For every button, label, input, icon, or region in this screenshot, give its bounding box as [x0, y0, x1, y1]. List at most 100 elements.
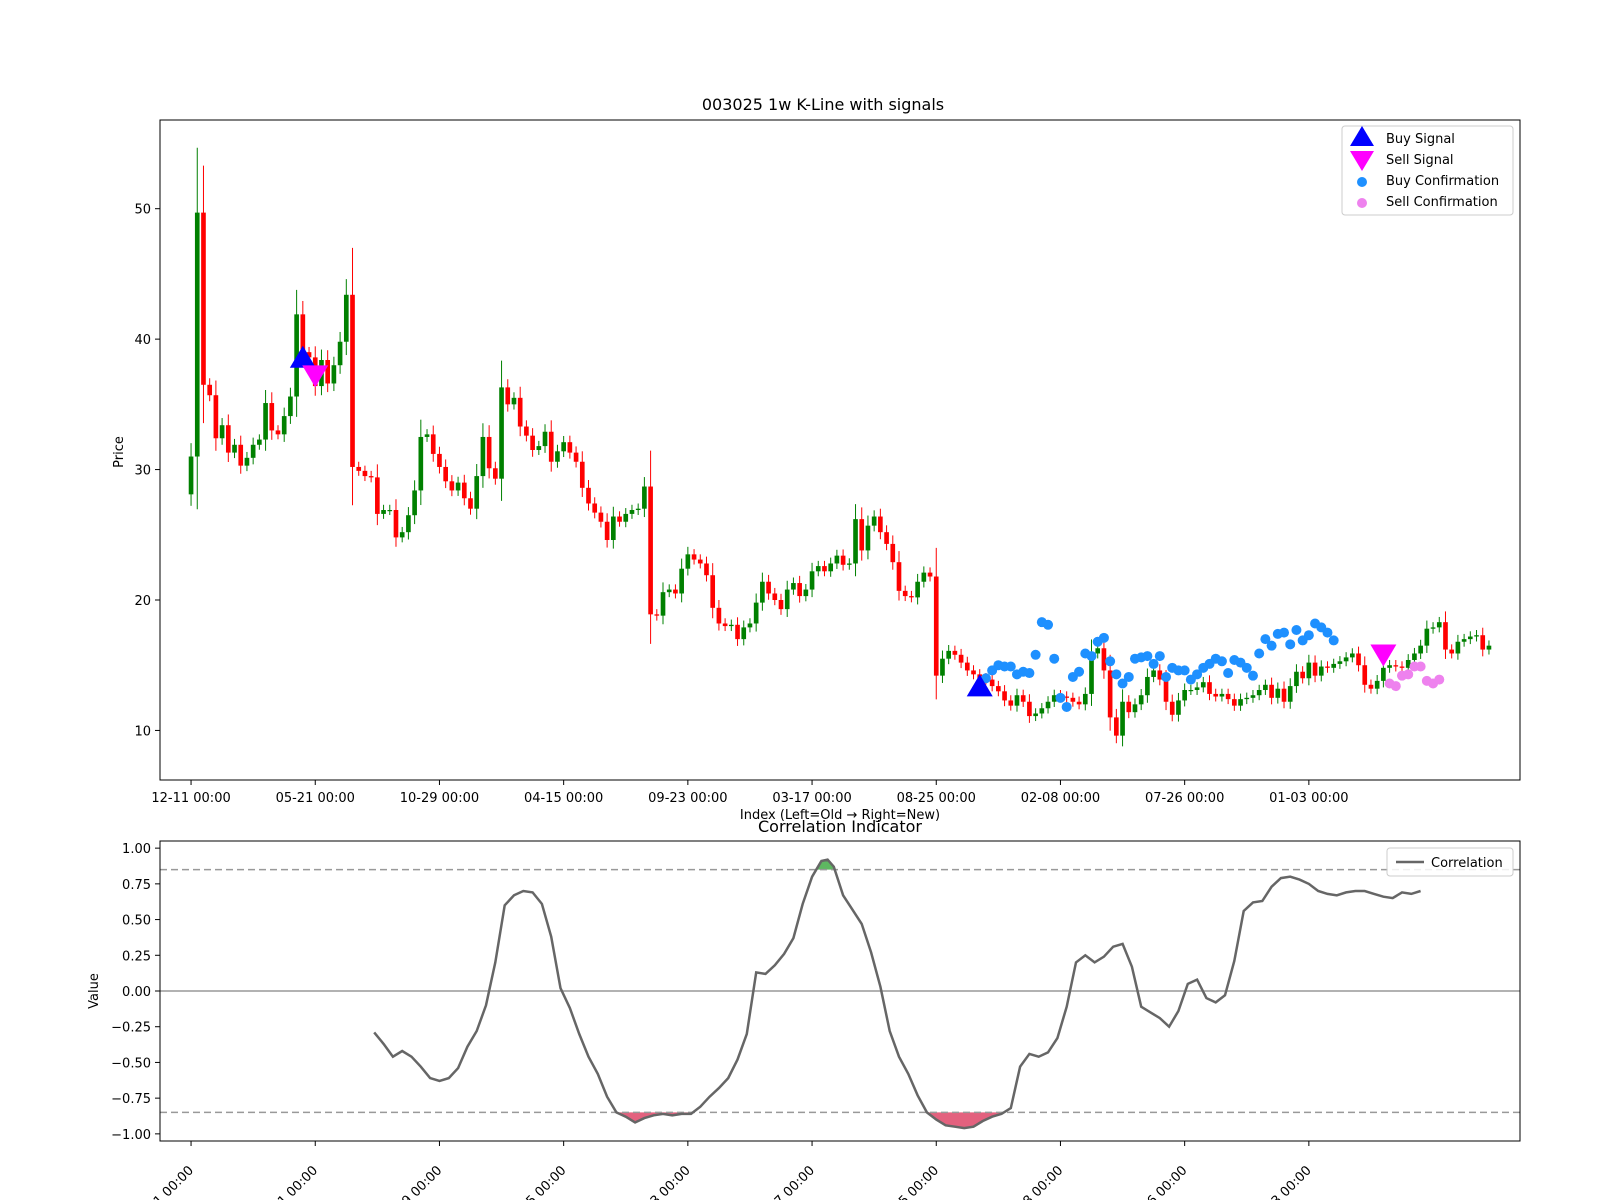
y-tick-label: 0.75 [122, 878, 151, 893]
candle-body [952, 650, 958, 655]
candle-down [493, 461, 498, 485]
candle-body [1343, 657, 1349, 662]
candle-down [1101, 638, 1107, 679]
kline-panel: 003025 1w K-Line with signals 10 20 30 40 50… [112, 95, 1521, 823]
candle-body [561, 442, 566, 452]
candle-down [716, 600, 722, 631]
candle-up [561, 435, 566, 458]
candle-up [1350, 648, 1355, 663]
candle-body [890, 543, 896, 563]
buy-confirmation-dot [1105, 656, 1116, 667]
correlation-x-axis: 12-11 00:00 05-21 00:00 10-29 00:00 04-15 0… [130, 1141, 1315, 1200]
legend-label: Buy Confirmation [1386, 174, 1499, 189]
candle-down [356, 461, 362, 476]
candle-up [921, 566, 927, 588]
candle-up [946, 645, 952, 665]
candle-down [1232, 693, 1237, 711]
candle-down [1356, 646, 1361, 672]
candle-body [784, 589, 790, 610]
candle-up [666, 584, 672, 598]
candle-body [617, 516, 622, 522]
candle-body [760, 581, 765, 603]
candle-body [996, 686, 1001, 692]
candle-down [1300, 666, 1305, 684]
candle-down [1002, 685, 1007, 707]
candle-body [238, 444, 244, 466]
candlesticks [188, 147, 1492, 747]
legend-label: Sell Confirmation [1386, 195, 1498, 210]
candle-up [1200, 676, 1206, 693]
candle-body [1082, 693, 1088, 705]
candle-up [399, 526, 405, 543]
candle-body [437, 453, 442, 467]
candle-up [194, 147, 200, 510]
candle-up [1486, 640, 1492, 655]
buy-confirmation-dot [1161, 671, 1172, 682]
candle-body [499, 387, 504, 479]
candle-body [878, 516, 883, 533]
candle-down [722, 618, 728, 632]
candle-body [629, 510, 635, 514]
candle-up [244, 451, 250, 472]
x-tick-label: 01-03 00:00 [1248, 1163, 1315, 1200]
candle-down [1312, 655, 1318, 683]
buy-confirmation-dot [1303, 630, 1314, 641]
candle-body [1368, 684, 1374, 689]
candle-up [791, 577, 796, 595]
candle-body [716, 607, 722, 624]
candle-down [1076, 696, 1082, 710]
buy-confirmation-dot [1247, 670, 1258, 681]
candle-up [511, 392, 517, 410]
candle-up [809, 562, 815, 598]
candle-body [188, 456, 194, 495]
candle-body [461, 482, 467, 499]
candle-body [406, 515, 411, 533]
candle-body [828, 563, 834, 572]
candle-down [1480, 627, 1486, 657]
candle-body [1244, 697, 1250, 700]
candle-up [188, 443, 194, 506]
candle-down [505, 379, 511, 412]
candle-body [623, 513, 629, 522]
candle-down [1368, 679, 1374, 694]
candle-down [461, 474, 467, 506]
candle-body [1356, 653, 1361, 666]
candle-down [735, 617, 740, 646]
y-tick-label: 40 [134, 333, 151, 348]
candle-up [288, 387, 293, 424]
candle-body [1114, 717, 1119, 736]
candle-body [207, 384, 213, 396]
candle-body [1418, 645, 1423, 654]
candle-down [1207, 675, 1212, 701]
candle-up [1238, 693, 1243, 711]
candle-body [1287, 686, 1293, 702]
candle-down [1449, 644, 1455, 659]
candle-down [1213, 688, 1219, 702]
candle-down [691, 549, 697, 565]
candle-up [753, 593, 759, 632]
candle-body [474, 476, 480, 509]
candle-body [449, 481, 455, 491]
y-tick-label: 30 [134, 464, 151, 479]
candle-body [909, 596, 914, 598]
candle-down [1225, 688, 1231, 705]
buy-confirmation-dot [1049, 653, 1060, 664]
candle-up [1418, 639, 1423, 659]
candle-body [685, 554, 691, 569]
candle-up [679, 558, 684, 603]
buy-confirmation-dot [1111, 669, 1122, 680]
candle-body [1275, 688, 1281, 698]
candle-up [1461, 633, 1467, 647]
candle-down [524, 420, 529, 442]
kline-plot-frame [159, 119, 1521, 781]
candle-body [1387, 665, 1392, 668]
candle-up [1132, 698, 1138, 718]
candle-down [443, 459, 448, 489]
candle-up [555, 444, 560, 468]
candle-body [194, 212, 200, 457]
candle-body [1145, 676, 1150, 696]
candle-body [871, 516, 877, 526]
buy-confirmation-dot [1322, 627, 1333, 638]
candle-up [1424, 620, 1430, 653]
candle-up [784, 580, 790, 617]
